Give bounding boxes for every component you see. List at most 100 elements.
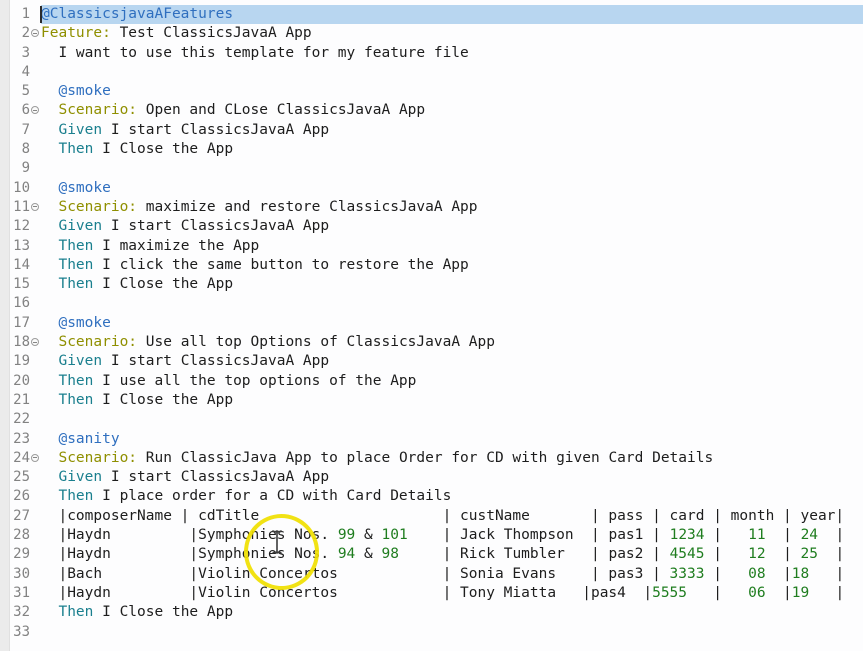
code-line[interactable]: 9 — [0, 159, 863, 178]
code-text[interactable]: @sanity — [41, 430, 863, 449]
fold-column — [30, 372, 41, 391]
fold-marker-icon[interactable] — [31, 106, 39, 114]
code-line[interactable]: 2 Feature: Test ClassicsJavaA App — [0, 24, 863, 43]
token-p: I Close the App — [93, 141, 233, 157]
code-line[interactable]: 30 |Bach |Violin Concertos | Sonia Evans… — [0, 565, 863, 584]
code-line[interactable]: 12 Given I start ClassicsJavaA App — [0, 217, 863, 236]
code-line[interactable]: 32 Then I Close the App — [0, 603, 863, 622]
code-text[interactable] — [41, 63, 863, 82]
code-text[interactable] — [41, 294, 863, 313]
code-line[interactable]: 16 — [0, 294, 863, 313]
code-line[interactable]: 4 — [0, 63, 863, 82]
code-line[interactable]: 10 @smoke — [0, 179, 863, 198]
code-text[interactable]: Given I start ClassicsJavaA App — [41, 468, 863, 487]
code-line[interactable]: 18 Scenario: Use all top Options of Clas… — [0, 333, 863, 352]
code-line[interactable]: 3 I want to use this template for my fea… — [0, 44, 863, 63]
code-text[interactable]: Then I Close the App — [41, 603, 863, 622]
code-text[interactable]: |Haydn |Symphonies Nos. 99 & 101 | Jack … — [41, 526, 863, 545]
code-editor[interactable]: 1@ClassicsjavaAFeatures2 Feature: Test Cl… — [0, 5, 863, 642]
code-text[interactable] — [41, 159, 863, 178]
code-text[interactable]: |composerName | cdTitle | custName | pas… — [41, 507, 863, 526]
code-text[interactable]: Then I Close the App — [41, 275, 863, 294]
token-num: 08 — [748, 566, 765, 582]
fold-column — [30, 256, 41, 275]
code-text[interactable]: |Haydn |Violin Concertos | Tony Miatta |… — [41, 584, 863, 603]
fold-marker-icon[interactable] — [31, 203, 39, 211]
code-text[interactable]: Then I use all the top options of the Ap… — [41, 372, 863, 391]
fold-column — [30, 217, 41, 236]
fold-column — [30, 410, 41, 429]
token-p: Use all top Options of ClassicsJavaA App — [137, 334, 495, 350]
code-line[interactable]: 33 — [0, 623, 863, 642]
code-text[interactable]: Given I start ClassicsJavaA App — [41, 217, 863, 236]
token-p: I click the same button to restore the A… — [93, 257, 468, 273]
code-line[interactable]: 19 Given I start ClassicsJavaA App — [0, 352, 863, 371]
code-text[interactable]: Then I click the same button to restore … — [41, 256, 863, 275]
code-line[interactable]: 21 Then I Close the App — [0, 391, 863, 410]
text-caret — [40, 6, 42, 23]
token-num: 3333 — [670, 566, 705, 582]
line-number: 10 — [0, 179, 30, 198]
code-line[interactable]: 31 |Haydn |Violin Concertos | Tony Miatt… — [0, 584, 863, 603]
token-p: I start ClassicsJavaA App — [102, 122, 329, 138]
code-text[interactable]: Scenario: Open and CLose ClassicsJavaA A… — [41, 101, 863, 120]
code-text[interactable]: |Haydn |Symphonies Nos. 94 & 98 | Rick T… — [41, 545, 863, 564]
code-line[interactable]: 28 |Haydn |Symphonies Nos. 99 & 101 | Ja… — [0, 526, 863, 545]
fold-marker-icon[interactable] — [31, 338, 39, 346]
fold-marker-icon[interactable] — [31, 29, 39, 37]
code-text[interactable]: Given I start ClassicsJavaA App — [41, 352, 863, 371]
fold-column — [30, 584, 41, 603]
fold-column — [30, 140, 41, 159]
code-text[interactable]: Scenario: maximize and restore ClassicsJ… — [41, 198, 863, 217]
code-line[interactable]: 7 Given I start ClassicsJavaA App — [0, 121, 863, 140]
fold-column — [30, 82, 41, 101]
code-text[interactable]: Scenario: Run ClassicJava App to place O… — [41, 449, 863, 468]
fold-column — [30, 179, 41, 198]
code-text[interactable]: Then I Close the App — [41, 391, 863, 410]
code-text[interactable]: Scenario: Use all top Options of Classic… — [41, 333, 863, 352]
code-line[interactable]: 24 Scenario: Run ClassicJava App to plac… — [0, 449, 863, 468]
code-line[interactable]: 11 Scenario: maximize and restore Classi… — [0, 198, 863, 217]
code-line[interactable]: 27 |composerName | cdTitle | custName | … — [0, 507, 863, 526]
code-line[interactable]: 23 @sanity — [0, 430, 863, 449]
fold-column — [30, 101, 41, 120]
code-text[interactable]: Feature: Test ClassicsJavaA App — [41, 24, 863, 43]
code-line[interactable]: 22 — [0, 410, 863, 429]
code-line[interactable]: 26 Then I place order for a CD with Card… — [0, 487, 863, 506]
fold-column — [30, 333, 41, 352]
token-p: | — [705, 527, 749, 543]
code-line[interactable]: 1@ClassicsjavaAFeatures — [0, 5, 863, 24]
token-kw: Scenario: — [58, 199, 137, 215]
code-line[interactable]: 8 Then I Close the App — [0, 140, 863, 159]
code-text[interactable]: @smoke — [41, 82, 863, 101]
code-line[interactable]: 14 Then I click the same button to resto… — [0, 256, 863, 275]
line-number: 20 — [0, 372, 30, 391]
code-line[interactable]: 5 @smoke — [0, 82, 863, 101]
code-line[interactable]: 15 Then I Close the App — [0, 275, 863, 294]
code-text[interactable]: Then I maximize the App — [41, 237, 863, 256]
code-text[interactable]: Then I Close the App — [41, 140, 863, 159]
code-text[interactable]: @ClassicsjavaAFeatures — [41, 5, 863, 24]
code-line[interactable]: 25 Given I start ClassicsJavaA App — [0, 468, 863, 487]
fold-marker-icon[interactable] — [31, 454, 39, 462]
fold-column — [30, 430, 41, 449]
token-p: | — [818, 546, 844, 562]
code-text[interactable]: |Bach |Violin Concertos | Sonia Evans | … — [41, 565, 863, 584]
fold-column — [30, 603, 41, 622]
code-line[interactable]: 13 Then I maximize the App — [0, 237, 863, 256]
code-text[interactable]: @smoke — [41, 314, 863, 333]
code-text[interactable] — [41, 623, 863, 642]
code-line[interactable]: 17 @smoke — [0, 314, 863, 333]
code-line[interactable]: 6 Scenario: Open and CLose ClassicsJavaA… — [0, 101, 863, 120]
code-text[interactable]: Given I start ClassicsJavaA App — [41, 121, 863, 140]
code-text[interactable]: I want to use this template for my featu… — [41, 44, 863, 63]
code-text[interactable] — [41, 410, 863, 429]
line-number: 2 — [0, 24, 30, 43]
code-text[interactable]: @smoke — [41, 179, 863, 198]
token-p — [41, 238, 58, 254]
code-line[interactable]: 29 |Haydn |Symphonies Nos. 94 & 98 | Ric… — [0, 545, 863, 564]
code-line[interactable]: 20 Then I use all the top options of the… — [0, 372, 863, 391]
code-text[interactable]: Then I place order for a CD with Card De… — [41, 487, 863, 506]
token-p: | — [687, 585, 748, 601]
fold-column — [30, 314, 41, 333]
